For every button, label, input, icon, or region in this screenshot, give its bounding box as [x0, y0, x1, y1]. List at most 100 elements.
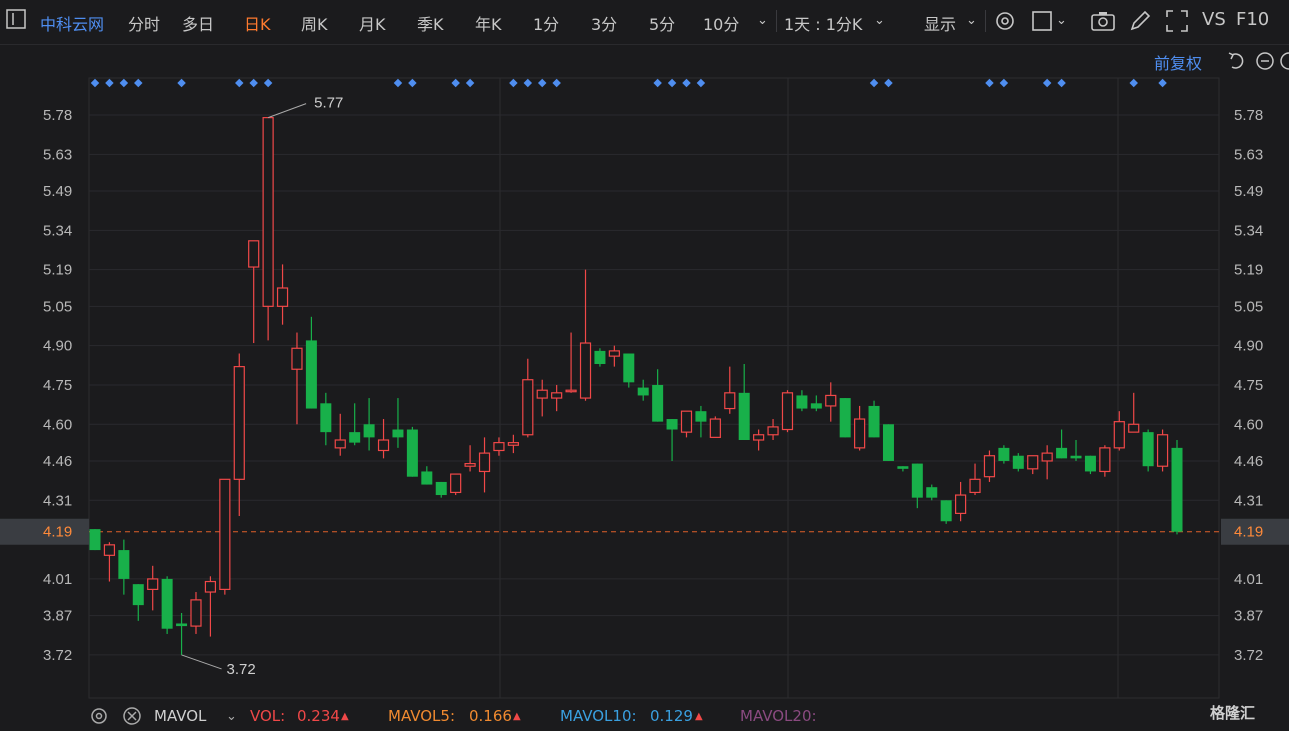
signal-diamond-icon — [134, 78, 143, 88]
candle-body-down — [897, 466, 909, 469]
candle-body-up — [825, 394, 837, 407]
vol-value: 0.234 — [297, 707, 340, 725]
candle-body-up — [233, 366, 245, 480]
candle-body-down — [796, 395, 808, 409]
y-tick-label-right: 5.19 — [1234, 262, 1263, 279]
signal-diamond-icon — [667, 78, 677, 88]
signal-diamond-icon — [985, 78, 994, 88]
candle-body-down — [868, 405, 880, 438]
y-tick-label-left: 5.78 — [43, 107, 72, 124]
signal-diamond-icon — [177, 78, 186, 88]
candle-body-down — [839, 398, 851, 438]
indicator-name[interactable]: MAVOL — [154, 707, 206, 725]
candle-body-down — [1056, 447, 1068, 459]
mavol5-value: 0.166 — [469, 707, 512, 725]
candle-body-up — [334, 439, 346, 449]
y-tick-label-right: 5.49 — [1234, 183, 1263, 200]
y-tick-label-left: 4.75 — [43, 377, 72, 394]
y-tick-label-left: 3.72 — [43, 647, 72, 664]
signal-diamond-icon — [105, 78, 114, 88]
candle-body-down — [132, 584, 144, 606]
min-price-label: 3.72 — [227, 661, 256, 678]
candle-body-down — [695, 411, 707, 422]
candle-body-down — [89, 529, 101, 551]
candle-body-up — [1027, 455, 1039, 470]
candle-body-up — [147, 578, 159, 591]
candle-body-down — [738, 392, 750, 441]
candle-body-up — [522, 379, 534, 436]
candle-body-up — [565, 389, 577, 393]
signal-diamond-icon — [869, 78, 879, 88]
mavol10-value: 0.129 — [650, 707, 693, 725]
signal-diamond-icon — [523, 78, 533, 88]
y-tick-label-left: 4.46 — [43, 453, 72, 470]
signal-diamond-icon — [90, 78, 100, 88]
candle-body-up — [276, 287, 289, 307]
candle-body-up — [291, 347, 303, 370]
candle-body-down — [637, 387, 649, 396]
signal-diamond-icon — [1129, 78, 1138, 88]
mavol20-label: MAVOL20: — [740, 707, 817, 725]
candle-body-down — [1070, 455, 1082, 459]
y-tick-label-left: 5.19 — [43, 262, 72, 279]
signal-diamond-icon — [537, 78, 547, 88]
indicator-gear-icon[interactable] — [88, 705, 114, 731]
mavol10-label: MAVOL10: — [560, 707, 637, 725]
candle-body-down — [810, 403, 822, 409]
signal-diamond-icon — [653, 78, 662, 88]
candle-body-down — [176, 623, 188, 627]
signal-diamond-icon — [509, 78, 518, 88]
candle-body-up — [680, 410, 693, 433]
candle-body-down — [406, 429, 418, 477]
candle-body-up — [1156, 434, 1169, 467]
candle-body-up — [767, 426, 779, 436]
candle-body-up — [1113, 421, 1125, 449]
indicator-bar: MAVOL ⌄ VOL: 0.234 ▲ MAVOL5: 0.166 ▲ MAV… — [0, 702, 1289, 731]
indicator-close-icon[interactable] — [121, 705, 147, 731]
candle-body-down — [940, 500, 952, 522]
signal-diamond-icon — [249, 78, 258, 88]
candle-body-down — [882, 424, 894, 461]
candle-body-up — [262, 117, 274, 307]
mavol5-up-arrow-icon: ▲ — [513, 711, 521, 722]
y-tick-label-left: 4.01 — [43, 571, 72, 588]
signal-diamond-icon — [393, 78, 403, 88]
signal-diamond-icon — [408, 78, 417, 88]
max-price-label: 5.77 — [314, 95, 343, 112]
candle-body-up — [753, 434, 765, 441]
signal-diamond-icon — [884, 78, 893, 88]
candle-body-down — [421, 471, 433, 485]
signal-diamond-icon — [999, 78, 1009, 88]
candle-body-up — [608, 350, 620, 357]
candle-body-up — [450, 473, 462, 494]
current-price-label-right: 4.19 — [1234, 524, 1263, 541]
candle-body-down — [320, 403, 332, 433]
y-tick-label-left: 5.05 — [43, 298, 72, 315]
y-tick-label-right: 4.60 — [1234, 416, 1263, 433]
candle-body-up — [190, 599, 202, 627]
y-tick-label-left: 5.63 — [43, 146, 72, 163]
candle-body-up — [1099, 447, 1111, 473]
candle-body-up — [709, 418, 721, 438]
candle-body-up — [983, 455, 996, 478]
candle-body-up — [478, 452, 491, 473]
y-tick-label-right: 4.75 — [1234, 377, 1263, 394]
signal-diamond-icon — [119, 78, 129, 88]
gelonghui-logo: 格隆汇 — [1210, 704, 1256, 722]
y-tick-label-right: 3.72 — [1234, 647, 1263, 664]
candle-body-up — [248, 240, 260, 268]
signal-diamond-icon — [451, 78, 460, 88]
y-tick-label-left: 4.60 — [43, 416, 72, 433]
candle-body-down — [926, 487, 938, 498]
indicator-chevron-icon[interactable]: ⌄ — [226, 709, 237, 724]
candle-body-up — [219, 478, 231, 591]
y-tick-label-right: 5.05 — [1234, 298, 1263, 315]
signal-diamond-icon — [1042, 78, 1052, 88]
candle-body-up — [464, 462, 476, 467]
signal-diamond-icon — [235, 78, 244, 88]
y-tick-label-right: 4.01 — [1234, 571, 1263, 588]
y-tick-label-right: 5.34 — [1234, 222, 1263, 239]
candle-body-down — [305, 340, 317, 409]
candlestick-chart[interactable]: 5.78 5.78 5.63 5.63 5.49 5.49 5.34 5.34 5.19 5.19… — [0, 0, 1289, 700]
candle-body-up — [551, 392, 563, 399]
